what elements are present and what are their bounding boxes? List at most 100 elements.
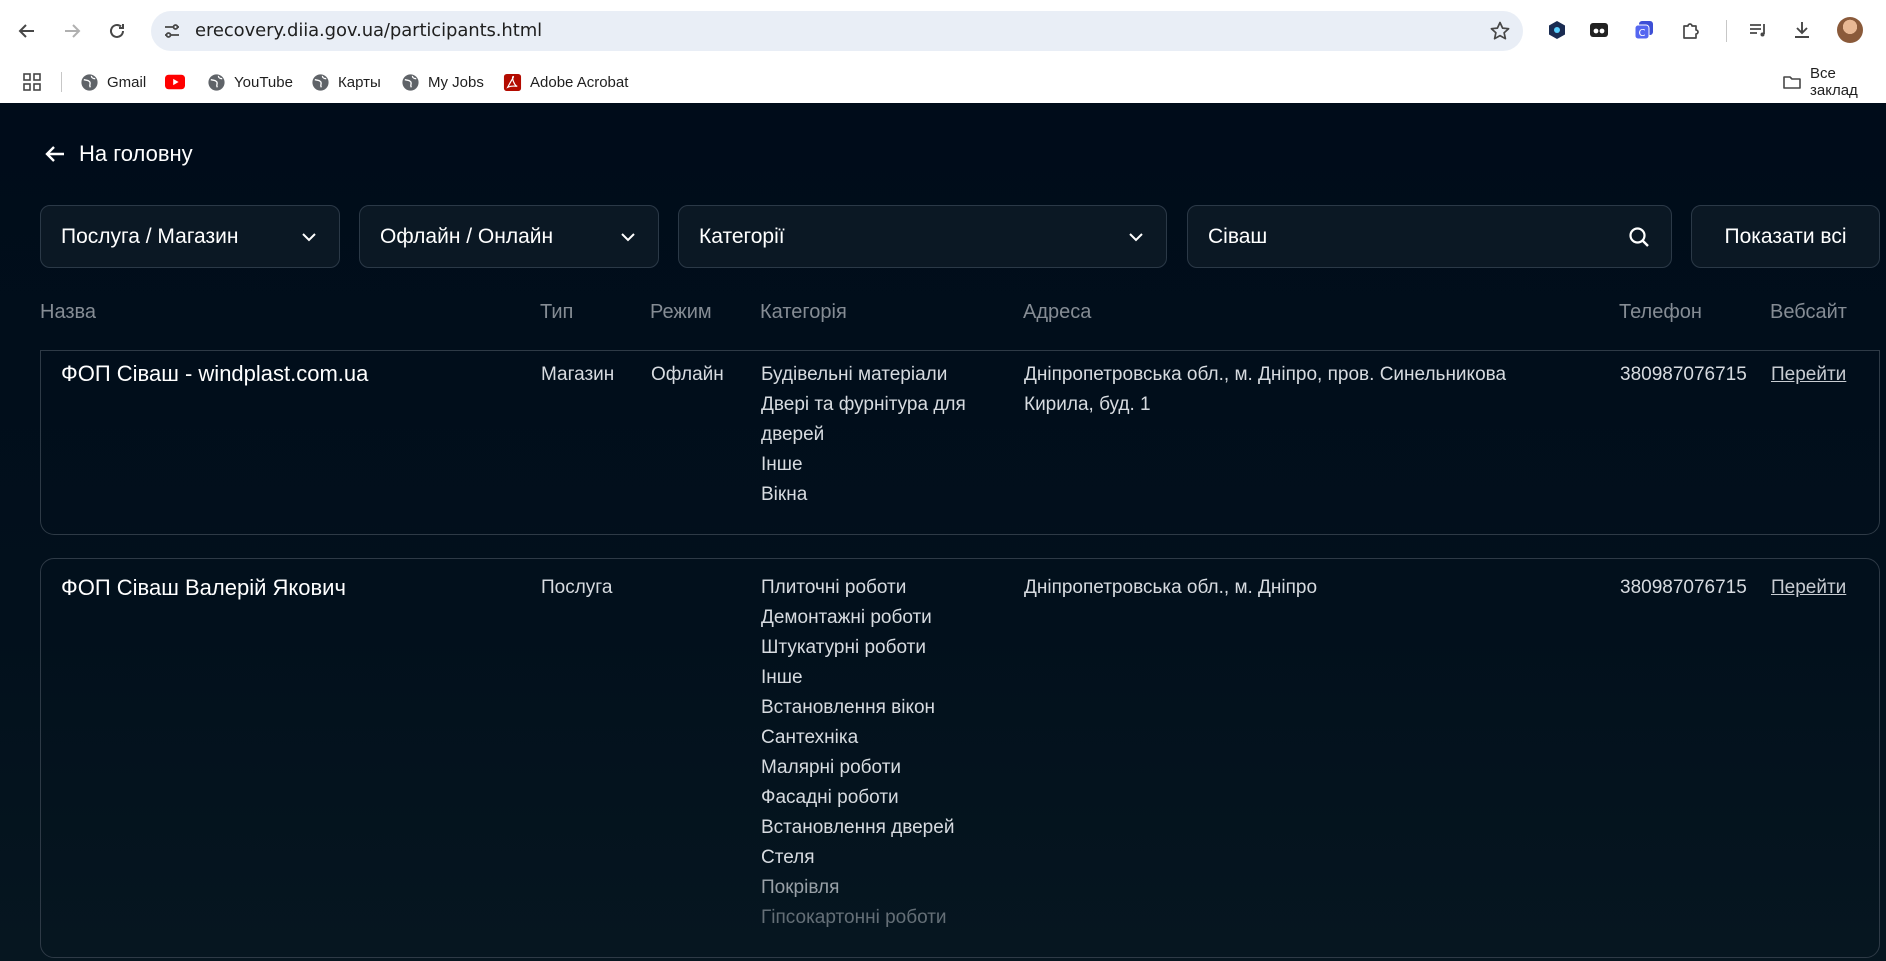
participant-type: Послуга xyxy=(541,577,613,598)
participant-name: ФОП Сіваш Валерій Якович xyxy=(61,575,346,600)
address-line: Кирила, буд. 1 xyxy=(1024,394,1151,415)
participant-categories: Будівельні матеріали Двері та фурнітура … xyxy=(761,360,966,510)
participant-type: Магазин xyxy=(541,364,615,385)
bookmarks-separator xyxy=(61,72,62,92)
chevron-down-icon xyxy=(621,232,635,241)
participants-page: На головну Послуга / Магазин Офлайн / Он… xyxy=(0,103,1886,961)
bookmark-label: Adobe Acrobat xyxy=(530,73,629,91)
category-item: Встановлення вікон xyxy=(761,697,936,718)
category-item: Штукатурні роботи xyxy=(761,637,926,658)
show-all-button[interactable]: Показати всі xyxy=(1691,205,1880,268)
participant-mode: Офлайн xyxy=(651,364,724,385)
all-bookmarks-label: Все заклад xyxy=(1810,65,1858,99)
bookmark-label: YouTube xyxy=(234,73,293,91)
categories-filter-select[interactable]: Категорії xyxy=(678,205,1167,268)
arrow-left-icon xyxy=(45,146,64,162)
category-item: Інше xyxy=(761,667,803,688)
category-item: Плиточні роботи xyxy=(761,577,907,598)
url-text[interactable]: erecovery.diia.gov.ua/participants.html xyxy=(195,11,542,51)
participant-name: ФОП Сіваш - windplast.com.ua xyxy=(61,361,369,386)
extensions-puzzle-icon[interactable] xyxy=(1679,18,1703,42)
reload-icon[interactable] xyxy=(99,13,135,49)
back-arrow-icon[interactable] xyxy=(9,13,45,49)
col-type: Тип xyxy=(540,301,574,323)
all-bookmarks[interactable]: Все заклад xyxy=(1782,65,1886,99)
chevron-down-icon xyxy=(302,232,316,241)
website-link[interactable]: Перейти xyxy=(1771,360,1846,390)
acrobat-icon xyxy=(502,72,522,92)
category-item: Двері та фурнітура для xyxy=(761,394,966,415)
youtube-icon xyxy=(165,72,185,92)
bookmark-youtube[interactable]: YouTube xyxy=(206,70,293,94)
website-link[interactable]: Перейти xyxy=(1771,573,1846,603)
participant-phone: 380987076715 xyxy=(1620,364,1747,385)
back-to-home-link[interactable]: На головну xyxy=(43,141,193,167)
category-item: Будівельні матеріали xyxy=(761,364,948,385)
mode-filter-select[interactable]: Офлайн / Онлайн xyxy=(359,205,659,268)
participant-address: Дніпропетровська обл., м. Дніпро xyxy=(1024,573,1317,603)
col-category: Категорія xyxy=(760,301,847,323)
forward-arrow-icon[interactable] xyxy=(54,13,90,49)
category-item: Стеля xyxy=(761,847,815,868)
browser-chrome: erecovery.diia.gov.ua/participants.html … xyxy=(0,0,1886,103)
site-info-icon[interactable] xyxy=(163,22,181,40)
address-line: Дніпропетровська обл., м. Дніпро, пров. … xyxy=(1024,364,1507,385)
search-icon[interactable] xyxy=(1627,225,1651,249)
bookmark-karty[interactable]: Карты xyxy=(310,70,381,94)
bookmark-label: Gmail xyxy=(107,73,147,91)
toolbar-separator xyxy=(1726,20,1727,42)
table-row: ФОП Сіваш Валерій Якович Послуга Плиточн… xyxy=(40,558,1880,958)
bookmark-label: My Jobs xyxy=(428,73,484,91)
col-mode: Режим xyxy=(650,301,712,323)
chevron-down-icon xyxy=(1129,232,1143,241)
extension-hexagon-icon[interactable] xyxy=(1545,18,1569,42)
globe-icon xyxy=(79,72,99,92)
bookmark-star-icon[interactable] xyxy=(1489,20,1511,42)
extension-copy-icon[interactable]: C xyxy=(1632,18,1656,42)
type-filter-value: Послуга / Магазин xyxy=(61,224,239,248)
globe-icon xyxy=(206,72,226,92)
address-line: Дніпропетровська обл., м. Дніпро xyxy=(1024,577,1318,598)
globe-icon xyxy=(310,72,330,92)
table-row: ФОП Сіваш - windplast.com.ua Магазин Офл… xyxy=(40,350,1880,535)
extension-mask-icon[interactable] xyxy=(1587,18,1611,42)
participant-address: Дніпропетровська обл., м. Дніпро, пров. … xyxy=(1024,360,1506,420)
bookmark-label: Карты xyxy=(338,73,381,91)
category-item: Демонтажні роботи xyxy=(761,607,932,628)
globe-icon xyxy=(400,72,420,92)
type-filter-select[interactable]: Послуга / Магазин xyxy=(40,205,340,268)
category-item: дверей xyxy=(761,424,825,445)
search-input[interactable]: Сіваш xyxy=(1187,205,1672,268)
bookmark-youtube-icon-only[interactable] xyxy=(165,70,185,94)
category-item: Фасадні роботи xyxy=(761,787,899,808)
bookmarks-bar: Gmail YouTube Карты My Jobs Adobe Acroba… xyxy=(0,61,1886,103)
download-icon[interactable] xyxy=(1790,18,1814,42)
media-queue-icon[interactable] xyxy=(1746,18,1770,42)
category-item: Покрівля xyxy=(761,877,840,898)
svg-text:C: C xyxy=(1639,28,1646,39)
col-website: Вебсайт xyxy=(1770,301,1847,323)
bookmark-adobe-acrobat[interactable]: Adobe Acrobat xyxy=(502,70,628,94)
category-item: Встановлення дверей xyxy=(761,817,955,838)
categories-filter-value: Категорії xyxy=(699,224,785,248)
category-item: Інше xyxy=(761,454,803,475)
category-item: Малярні роботи xyxy=(761,757,902,778)
address-bar[interactable]: erecovery.diia.gov.ua/participants.html xyxy=(151,11,1523,51)
browser-toolbar: erecovery.diia.gov.ua/participants.html … xyxy=(0,0,1886,61)
col-name: Назва xyxy=(40,301,97,323)
mode-filter-value: Офлайн / Онлайн xyxy=(380,224,554,248)
participant-phone: 380987076715 xyxy=(1620,577,1747,598)
participant-categories: Плиточні роботи Демонтажні роботи Штукат… xyxy=(761,573,954,933)
category-item: Сантехніка xyxy=(761,727,859,748)
category-item: Вікна xyxy=(761,484,808,505)
bookmark-my-jobs[interactable]: My Jobs xyxy=(400,70,484,94)
profile-avatar[interactable] xyxy=(1837,17,1863,43)
col-phone: Телефон xyxy=(1619,301,1702,323)
bookmark-gmail[interactable]: Gmail xyxy=(79,70,146,94)
search-value[interactable]: Сіваш xyxy=(1208,225,1627,249)
apps-grid-icon[interactable] xyxy=(22,70,42,94)
folder-icon xyxy=(1782,72,1802,92)
back-label: На головну xyxy=(79,141,193,166)
col-address: Адреса xyxy=(1023,301,1092,323)
table-header: Назва Тип Режим Категорія Адреса Телефон… xyxy=(0,301,1886,331)
